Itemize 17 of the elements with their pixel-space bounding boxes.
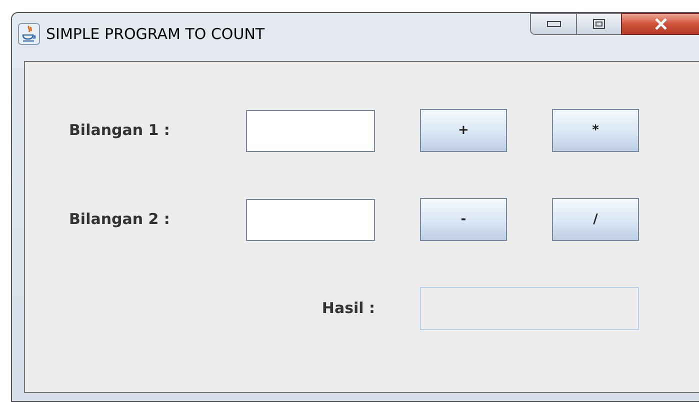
operator-button[interactable]: / (552, 198, 639, 241)
number-field[interactable] (246, 110, 375, 152)
operator-button[interactable]: - (420, 198, 507, 241)
result-label: Hasil : (320, 298, 375, 320)
operator-button[interactable]: + (420, 109, 507, 152)
field-label: Bilangan 1 : (69, 120, 171, 142)
maximize-icon (593, 19, 605, 29)
maximize-button[interactable] (577, 13, 621, 35)
number-field[interactable] (246, 198, 375, 240)
close-button[interactable] (621, 13, 699, 35)
minimize-button[interactable] (530, 13, 577, 35)
coffee-cup-icon (18, 23, 40, 46)
window-title: SIMPLE PROGRAM TO COUNT (46, 24, 265, 45)
operator-button[interactable]: * (552, 109, 639, 152)
minimize-icon (546, 21, 560, 27)
close-icon (654, 18, 668, 30)
field-label: Bilangan 2 : (69, 209, 171, 230)
